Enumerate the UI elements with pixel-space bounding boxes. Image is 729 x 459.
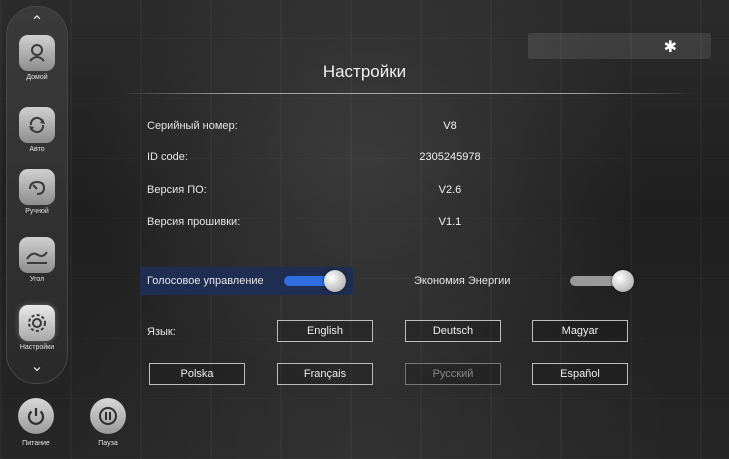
pause-icon <box>90 398 126 434</box>
software-version-value: V2.6 <box>438 184 462 196</box>
energy-saving-label: Экономия Энергии <box>414 275 511 287</box>
sidebar-item-auto[interactable]: Авто <box>7 107 67 153</box>
sidebar-item-label: Авто <box>29 146 45 153</box>
auto-cycle-icon <box>19 107 55 143</box>
power-button[interactable]: Питание <box>6 398 66 447</box>
chevron-up-icon[interactable]: ⌃ <box>7 15 67 31</box>
chevron-down-icon[interactable]: ⌄ <box>7 359 67 375</box>
language-francais-button[interactable]: Français <box>277 363 373 385</box>
voice-control-label: Голосовое управление <box>147 275 264 287</box>
language-label: Язык: <box>147 326 176 338</box>
language-magyar-button[interactable]: Magyar <box>532 320 628 342</box>
serial-value: V8 <box>443 120 457 132</box>
language-english-button[interactable]: English <box>277 320 373 342</box>
serial-label: Серийный номер: <box>147 120 238 132</box>
language-russian-button[interactable]: Русский <box>405 363 501 385</box>
id-code-value: 2305245978 <box>419 151 481 163</box>
sidebar-item-manual[interactable]: Ручной <box>7 169 67 215</box>
toggle-knob <box>612 270 634 292</box>
power-icon <box>18 398 54 434</box>
sidebar-item-label: Угол <box>29 276 45 283</box>
title-divider <box>118 93 696 94</box>
sidebar-item-label: Настройки <box>19 344 55 351</box>
power-label: Питание <box>22 440 50 447</box>
language-polska-button[interactable]: Polska <box>149 363 245 385</box>
page-title: Настройки <box>322 62 407 81</box>
sidebar-item-settings[interactable]: Настройки <box>7 305 67 351</box>
manual-hand-icon <box>19 169 55 205</box>
settings-gear-icon <box>19 305 55 341</box>
id-code-label: ID code: <box>147 151 188 163</box>
pause-button[interactable]: Пауза <box>78 398 138 447</box>
status-bar: ✱ <box>528 33 711 59</box>
pause-label: Пауза <box>98 440 118 447</box>
energy-saving-toggle[interactable] <box>570 269 638 295</box>
toggle-knob <box>324 270 346 292</box>
software-version-label: Версия ПО: <box>147 184 207 196</box>
voice-control-toggle[interactable] <box>284 269 352 295</box>
angle-recline-icon <box>19 237 55 273</box>
sidebar-item-angle[interactable]: Угол <box>7 237 67 283</box>
firmware-version-value: V1.1 <box>438 216 462 228</box>
sidebar-item-label: Ручной <box>25 208 49 215</box>
language-deutsch-button[interactable]: Deutsch <box>405 320 501 342</box>
language-espanol-button[interactable]: Español <box>532 363 628 385</box>
firmware-version-label: Версия прошивки: <box>147 216 241 228</box>
bluetooth-icon[interactable]: ✱ <box>664 37 677 57</box>
